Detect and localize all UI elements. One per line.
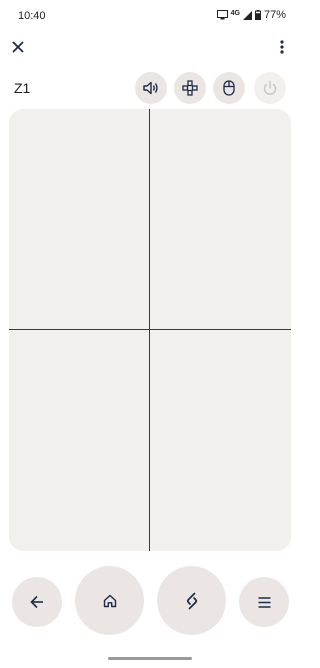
power-icon bbox=[263, 80, 277, 95]
battery-icon bbox=[254, 10, 261, 20]
status-bar: 10:40 4G 77% bbox=[0, 0, 300, 32]
back-arrow-icon bbox=[30, 595, 43, 609]
status-icons: 4G 77% bbox=[216, 9, 286, 21]
home-button[interactable] bbox=[75, 566, 144, 635]
volume-icon bbox=[143, 81, 158, 95]
switch-button[interactable] bbox=[157, 566, 226, 635]
menu-icon bbox=[258, 596, 270, 608]
power-button[interactable] bbox=[254, 72, 286, 104]
menu-button[interactable] bbox=[239, 577, 289, 627]
gesture-navigation-bar[interactable] bbox=[108, 657, 192, 660]
mouse-icon bbox=[223, 80, 235, 96]
close-button[interactable] bbox=[6, 35, 30, 59]
touchpad-vertical-divider bbox=[149, 109, 150, 551]
touchpad-horizontal-divider bbox=[9, 329, 291, 330]
close-icon bbox=[12, 41, 24, 53]
battery-level: 77% bbox=[263, 9, 286, 21]
signal-icon bbox=[242, 10, 252, 20]
gamepad-button[interactable] bbox=[174, 72, 206, 104]
network-type: 4G bbox=[230, 9, 240, 17]
more-options-button[interactable] bbox=[270, 35, 294, 59]
gamepad-icon bbox=[182, 80, 198, 96]
remote-control-screen: 10:40 4G 77% Z1 bbox=[0, 0, 300, 668]
touchpad-area[interactable] bbox=[9, 109, 291, 551]
mouse-button[interactable] bbox=[213, 72, 245, 104]
status-time: 10:40 bbox=[18, 10, 46, 22]
switch-icon bbox=[186, 592, 197, 609]
back-button[interactable] bbox=[12, 577, 62, 627]
more-vert-icon bbox=[280, 40, 284, 54]
volume-button[interactable] bbox=[135, 72, 167, 104]
home-icon bbox=[103, 594, 116, 607]
device-name: Z1 bbox=[14, 80, 31, 96]
cast-icon bbox=[216, 10, 228, 20]
